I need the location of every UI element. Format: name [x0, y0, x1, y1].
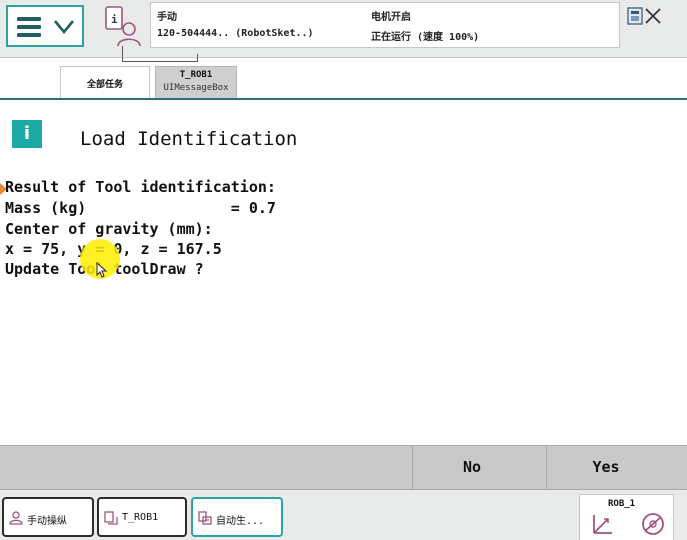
taskbar-item-label: 手动操纵: [27, 516, 67, 527]
operator-window-icon[interactable]: i: [100, 4, 144, 48]
message-line: Mass (kg) = 0.7: [5, 199, 276, 217]
message-box: i Load Identification Result of Tool ide…: [0, 100, 687, 445]
tab-subtitle: UIMessageBox: [163, 83, 229, 93]
task-icon: [104, 511, 118, 525]
auto-production-icon: [198, 511, 212, 525]
taskbar-item-jogging[interactable]: 手动操纵: [2, 497, 94, 537]
message-line: Result of Tool identification:: [5, 178, 276, 196]
motor-state-label: 电机开启: [371, 12, 411, 23]
tab-title: T_ROB1: [179, 70, 213, 80]
mouse-cursor-icon: [96, 262, 108, 278]
hamburger-icon: [17, 17, 41, 37]
controller-name-label: 120-504444.. (RobotSket..): [157, 28, 314, 39]
tab-all-tasks[interactable]: 全部任务: [60, 66, 150, 98]
operating-mode-label: 手动: [157, 12, 177, 23]
quickset-mechanical-unit-label: ROB_1: [608, 499, 636, 509]
status-info-panel[interactable]: 手动 120-504444.. (RobotSket..) 电机开启 正在运行 …: [150, 2, 620, 48]
tab-all-tasks-label: 全部任务: [86, 80, 123, 90]
message-title: Load Identification: [80, 128, 298, 150]
message-line: Center of gravity (mm):: [5, 220, 213, 238]
tab-connector-line: [122, 46, 198, 62]
coordinate-axes-icon: [593, 515, 612, 534]
chevron-down-icon: [53, 20, 75, 35]
tab-t-rob1[interactable]: T_ROB1 UIMessageBox: [155, 66, 237, 98]
main-menu-button[interactable]: [6, 5, 84, 47]
close-window-icon[interactable]: [626, 4, 666, 28]
jog-icon: [9, 511, 23, 525]
status-bar: i 手动 120-504444.. (RobotSket..) 电机开启 正在运…: [0, 0, 687, 58]
taskbar-item-auto-production[interactable]: 自动生...: [191, 497, 283, 537]
taskbar-item-label: T_ROB1: [122, 512, 159, 523]
info-icon: i: [12, 120, 42, 148]
taskbar-item-label: 自动生...: [216, 516, 265, 527]
svg-text:i: i: [111, 13, 118, 26]
yes-button[interactable]: Yes: [546, 446, 666, 489]
dialog-button-bar: No Yes: [0, 445, 687, 490]
run-status-label: 正在运行 (速度 100%): [371, 32, 480, 43]
quickset-menu-button[interactable]: ROB_1: [579, 494, 674, 540]
taskbar-item-t-rob1[interactable]: T_ROB1: [97, 497, 187, 537]
no-button[interactable]: No: [412, 446, 532, 489]
speed-override-icon: [642, 513, 664, 535]
